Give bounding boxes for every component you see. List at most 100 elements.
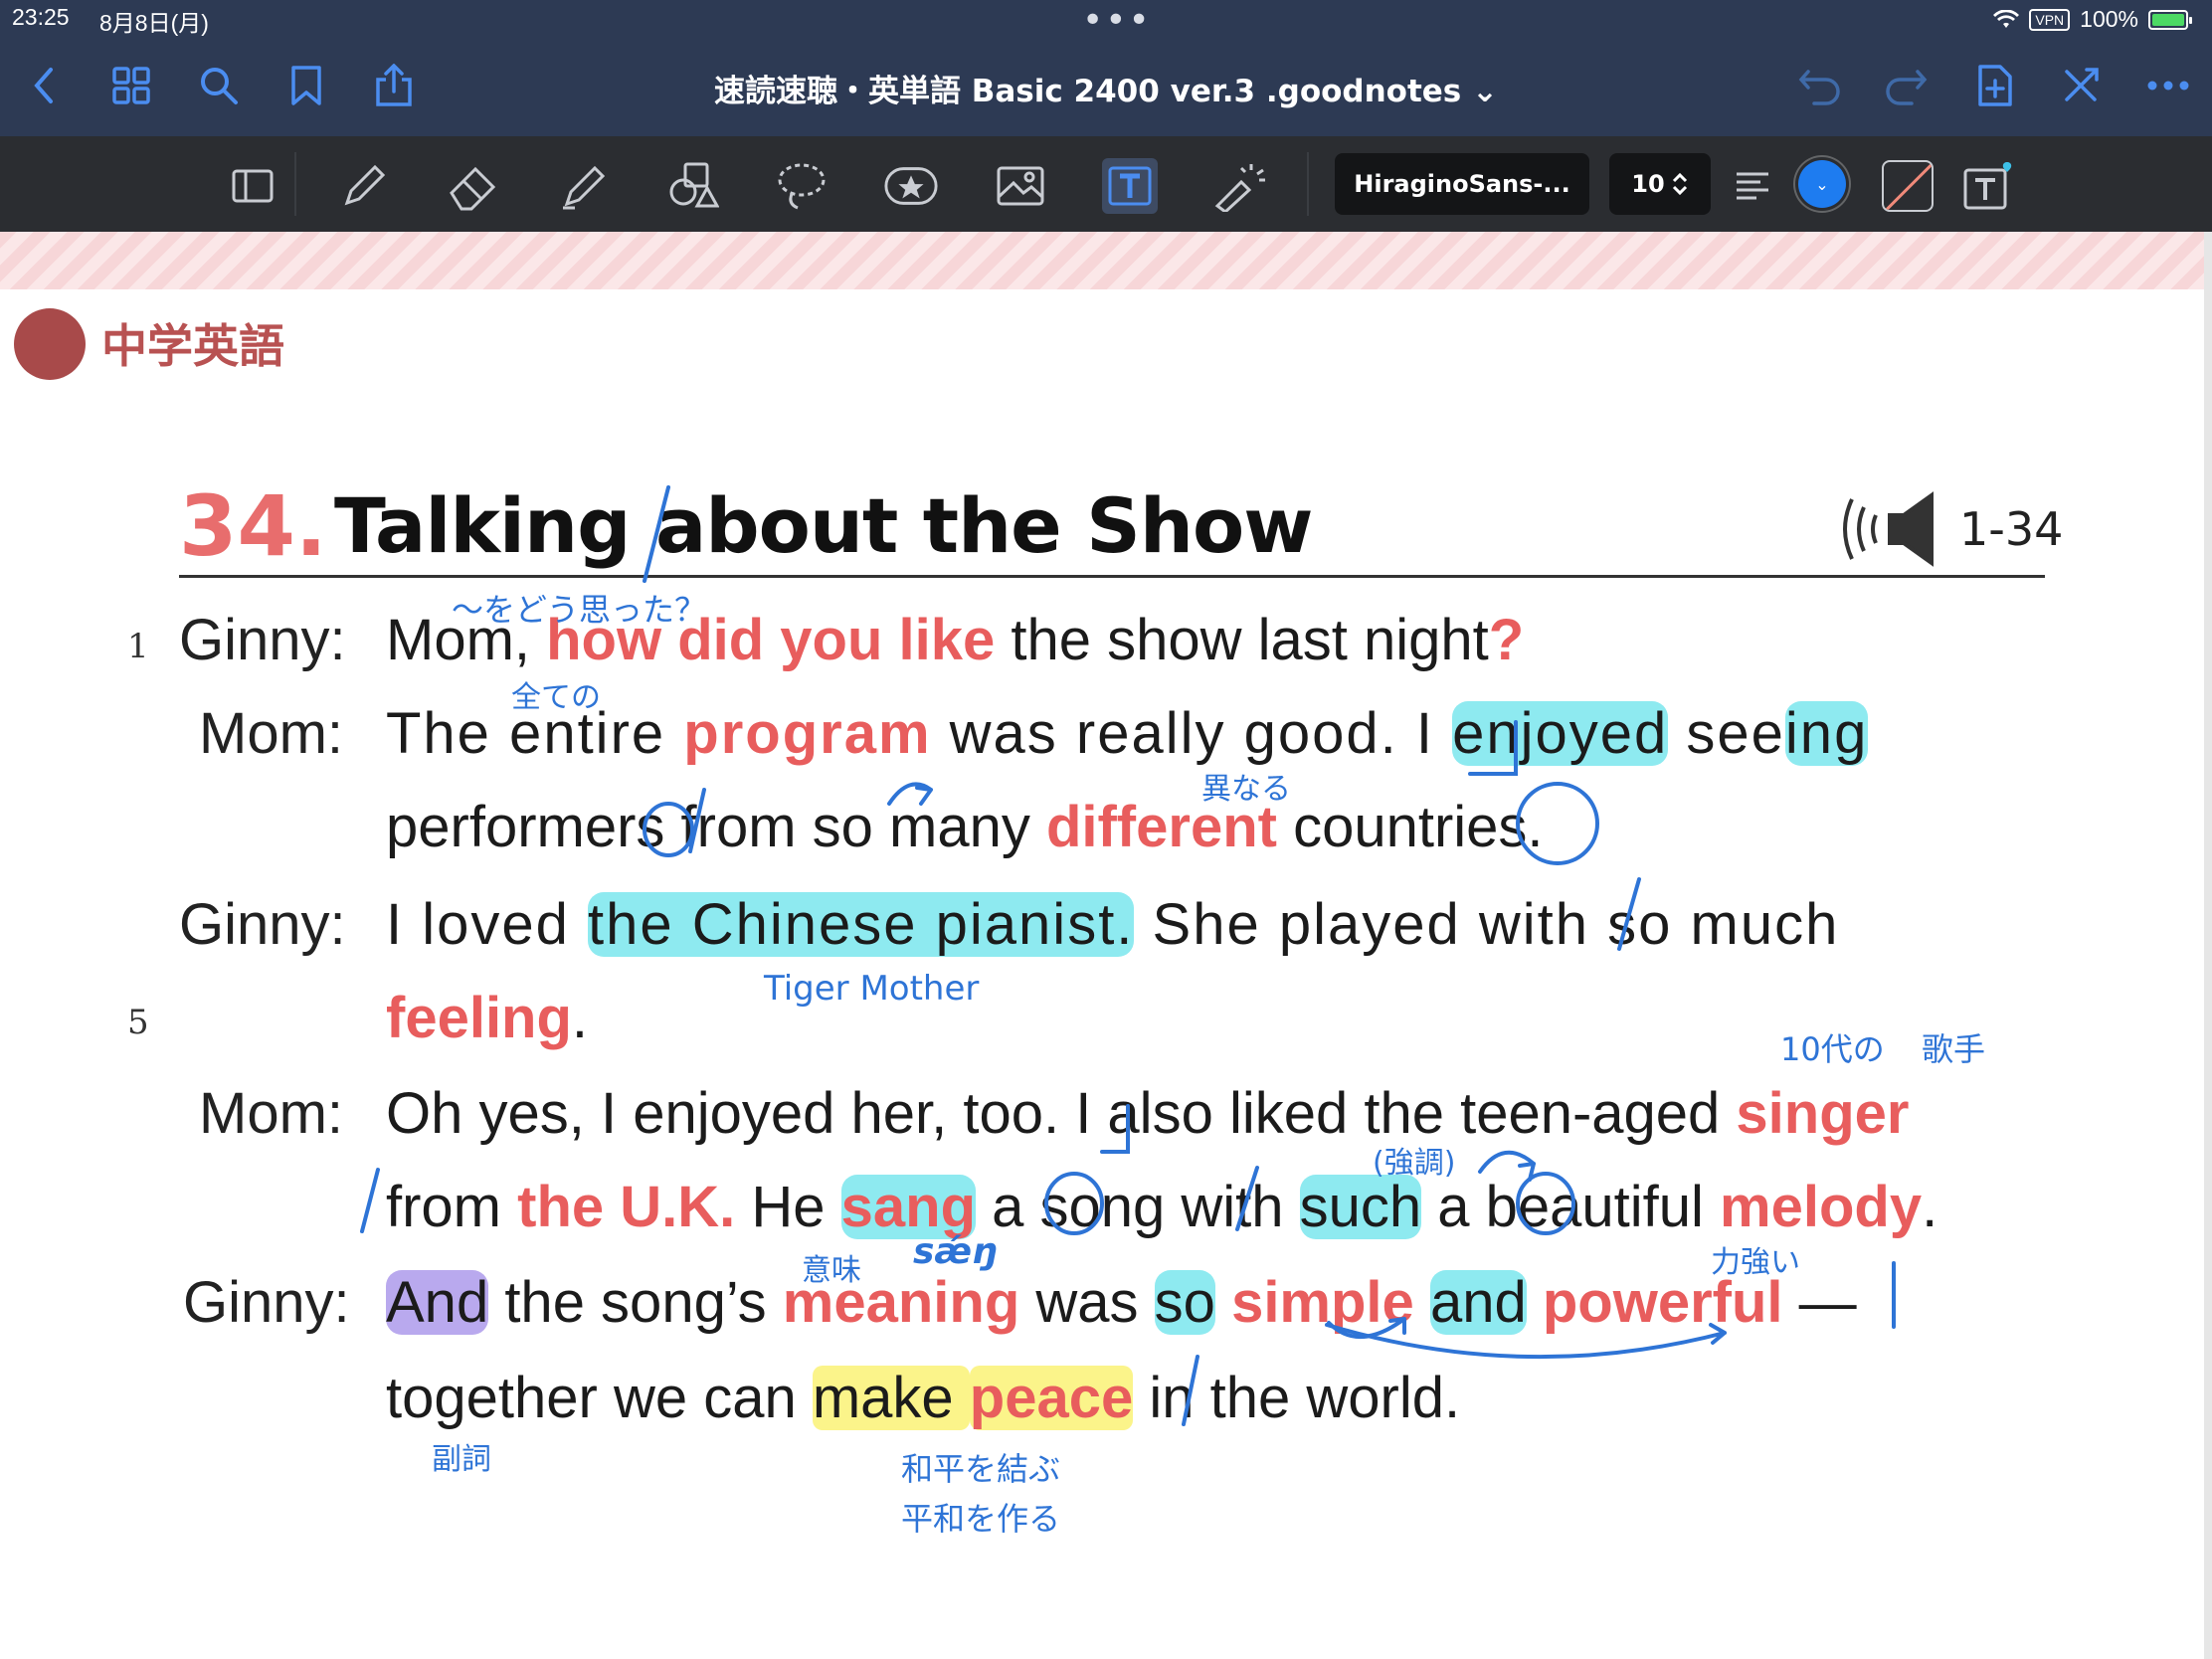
highlight-yellow: peace — [969, 1366, 1134, 1430]
key-word: singer — [1736, 1081, 1910, 1146]
text-run: performers from so many — [386, 795, 1046, 859]
text-run: . — [1922, 1175, 1938, 1239]
pen-icon[interactable] — [336, 158, 392, 214]
key-word: simple — [1231, 1270, 1414, 1335]
dialogue-line-4: I loved the Chinese pianist. She played … — [386, 891, 1839, 958]
highlight-purple: And — [386, 1270, 489, 1335]
font-size-stepper[interactable]: 10 — [1609, 153, 1711, 215]
text-run: countries. — [1276, 795, 1544, 859]
laser-icon[interactable] — [1211, 158, 1267, 214]
read-mode-icon[interactable] — [225, 158, 280, 214]
track-number: 1-34 — [1959, 502, 2064, 556]
background-color-icon[interactable] — [1882, 160, 1934, 212]
eraser-icon[interactable] — [446, 158, 501, 214]
line-number: 1 — [127, 627, 149, 666]
highlight-cyan: and — [1429, 1270, 1527, 1335]
text-box-icon[interactable] — [1961, 158, 2017, 214]
speaker-mom: Mom: — [199, 1081, 343, 1146]
dialogue-line-6: Oh yes, I enjoyed her, too. I also liked… — [386, 1080, 1909, 1147]
status-time: 23:25 — [12, 4, 70, 30]
key-word: melody — [1720, 1175, 1923, 1239]
annotation-note[interactable]: 異なる — [1201, 764, 1291, 808]
battery-icon — [2148, 9, 2192, 30]
speaker-ginny: Ginny: — [179, 892, 346, 957]
annotation-note[interactable]: 全ての — [511, 672, 601, 716]
audio-track[interactable]: 1-34 — [1832, 489, 2063, 569]
text-run: was really good. I — [931, 701, 1453, 766]
highlighter-icon[interactable] — [555, 158, 611, 214]
annotation-note[interactable]: 10代の — [1780, 1024, 1885, 1070]
annotation-note[interactable]: 平和を作る — [901, 1494, 1060, 1540]
text-run: She played with so much — [1134, 892, 1840, 957]
key-word: program — [683, 701, 932, 766]
text-run: was — [1019, 1270, 1155, 1335]
text-run: . — [571, 986, 589, 1050]
highlight-cyan: sang — [840, 1175, 976, 1239]
lesson-title: Talking about the Show — [334, 481, 1313, 570]
top-bar: 23:25 8月8日(月) ••• VPN 100% 速読速聴・英単語 Basi… — [0, 0, 2212, 136]
annotation-note[interactable]: sǽŋ — [913, 1231, 998, 1272]
annotation-note[interactable]: 力強い — [1711, 1237, 1800, 1281]
text-run: the song’s — [488, 1270, 783, 1335]
text-run: see — [1668, 701, 1785, 766]
highlight-cyan: such — [1299, 1175, 1422, 1239]
document-title[interactable]: 速読速聴・英単語 Basic 2400 ver.3 .goodnotes ⌄ — [0, 66, 2212, 110]
annotation-note[interactable]: Tiger Mother — [764, 969, 979, 1009]
more-icon[interactable] — [2144, 62, 2192, 109]
text-run: Oh yes, I enjoyed her, too. I also liked… — [386, 1081, 1737, 1146]
dialogue-line-7: from the U.K. He sang a song with such a… — [386, 1174, 1937, 1240]
lesson-number: 34. — [179, 477, 327, 575]
annotation-note[interactable]: 歌手 — [1922, 1024, 1985, 1070]
key-phrase: the U.K. — [517, 1175, 736, 1239]
text-run: I loved — [386, 892, 588, 957]
page-header-stripe — [0, 232, 2212, 289]
key-word: feeling — [386, 986, 572, 1050]
text-tool-icon[interactable] — [1102, 158, 1158, 214]
annotation-note[interactable]: 副詞 — [432, 1434, 491, 1478]
font-selector[interactable]: HiraginoSans-... — [1335, 153, 1589, 215]
annotation-note[interactable]: 和平を結ぶ — [901, 1444, 1060, 1490]
undo-icon[interactable] — [1796, 62, 1844, 109]
text-run: in the world. — [1133, 1366, 1461, 1430]
annotation-note[interactable]: 意味 — [802, 1245, 861, 1289]
status-date: 8月8日(月) — [99, 10, 209, 36]
annotation-note[interactable]: (強調) — [1373, 1138, 1455, 1182]
add-page-icon[interactable] — [1971, 62, 2019, 109]
highlight-yellow: make — [812, 1366, 970, 1430]
text-run: He — [735, 1175, 841, 1239]
speaker-icon — [1843, 491, 1934, 567]
text-run: from — [386, 1175, 518, 1239]
close-toolbar-icon[interactable] — [2057, 62, 2105, 109]
dialogue-line-5: feeling. — [386, 985, 588, 1051]
dialogue-line-8: And the song’s meaning was so simple and… — [386, 1269, 1857, 1336]
speaker-ginny: Ginny: — [179, 608, 346, 672]
redo-icon[interactable] — [1882, 62, 1930, 109]
image-icon[interactable] — [993, 158, 1048, 214]
shapes-icon[interactable] — [664, 158, 720, 214]
multitask-dots-icon[interactable]: ••• — [1082, 0, 1152, 41]
section-label: 中学英語 — [101, 319, 284, 373]
stepper-chevrons-icon — [1672, 172, 1687, 196]
dialogue-line-3: performers from so many different countr… — [386, 794, 1544, 860]
highlight-cyan: the Chinese pianist. — [588, 892, 1135, 957]
line-number: 5 — [127, 1003, 149, 1042]
text-run — [1215, 1270, 1231, 1335]
text-run: the show last night — [995, 608, 1489, 672]
font-size-value: 10 — [1631, 170, 1665, 198]
text-run — [1414, 1270, 1430, 1335]
drawing-toolbar: HiraginoSans-... 10 ⌄ — [0, 136, 2212, 232]
text-run — [1527, 1270, 1543, 1335]
toolbar-divider — [294, 152, 296, 216]
status-indicators: VPN 100% — [1993, 6, 2192, 33]
dialogue-line-2: The entire program was really good. I en… — [386, 700, 1869, 767]
text-run: a song with — [976, 1175, 1300, 1239]
color-picker-icon[interactable]: ⌄ — [1798, 160, 1846, 208]
lasso-icon[interactable] — [774, 158, 830, 214]
align-icon[interactable] — [1725, 158, 1780, 214]
sticker-icon[interactable] — [883, 158, 939, 214]
section-marker-dot — [14, 308, 86, 380]
text-run: a beautiful — [1421, 1175, 1721, 1239]
text-run: ? — [1488, 608, 1525, 672]
annotation-note[interactable]: 〜をどう思った？ — [452, 585, 706, 631]
battery-percent: 100% — [2080, 6, 2138, 32]
